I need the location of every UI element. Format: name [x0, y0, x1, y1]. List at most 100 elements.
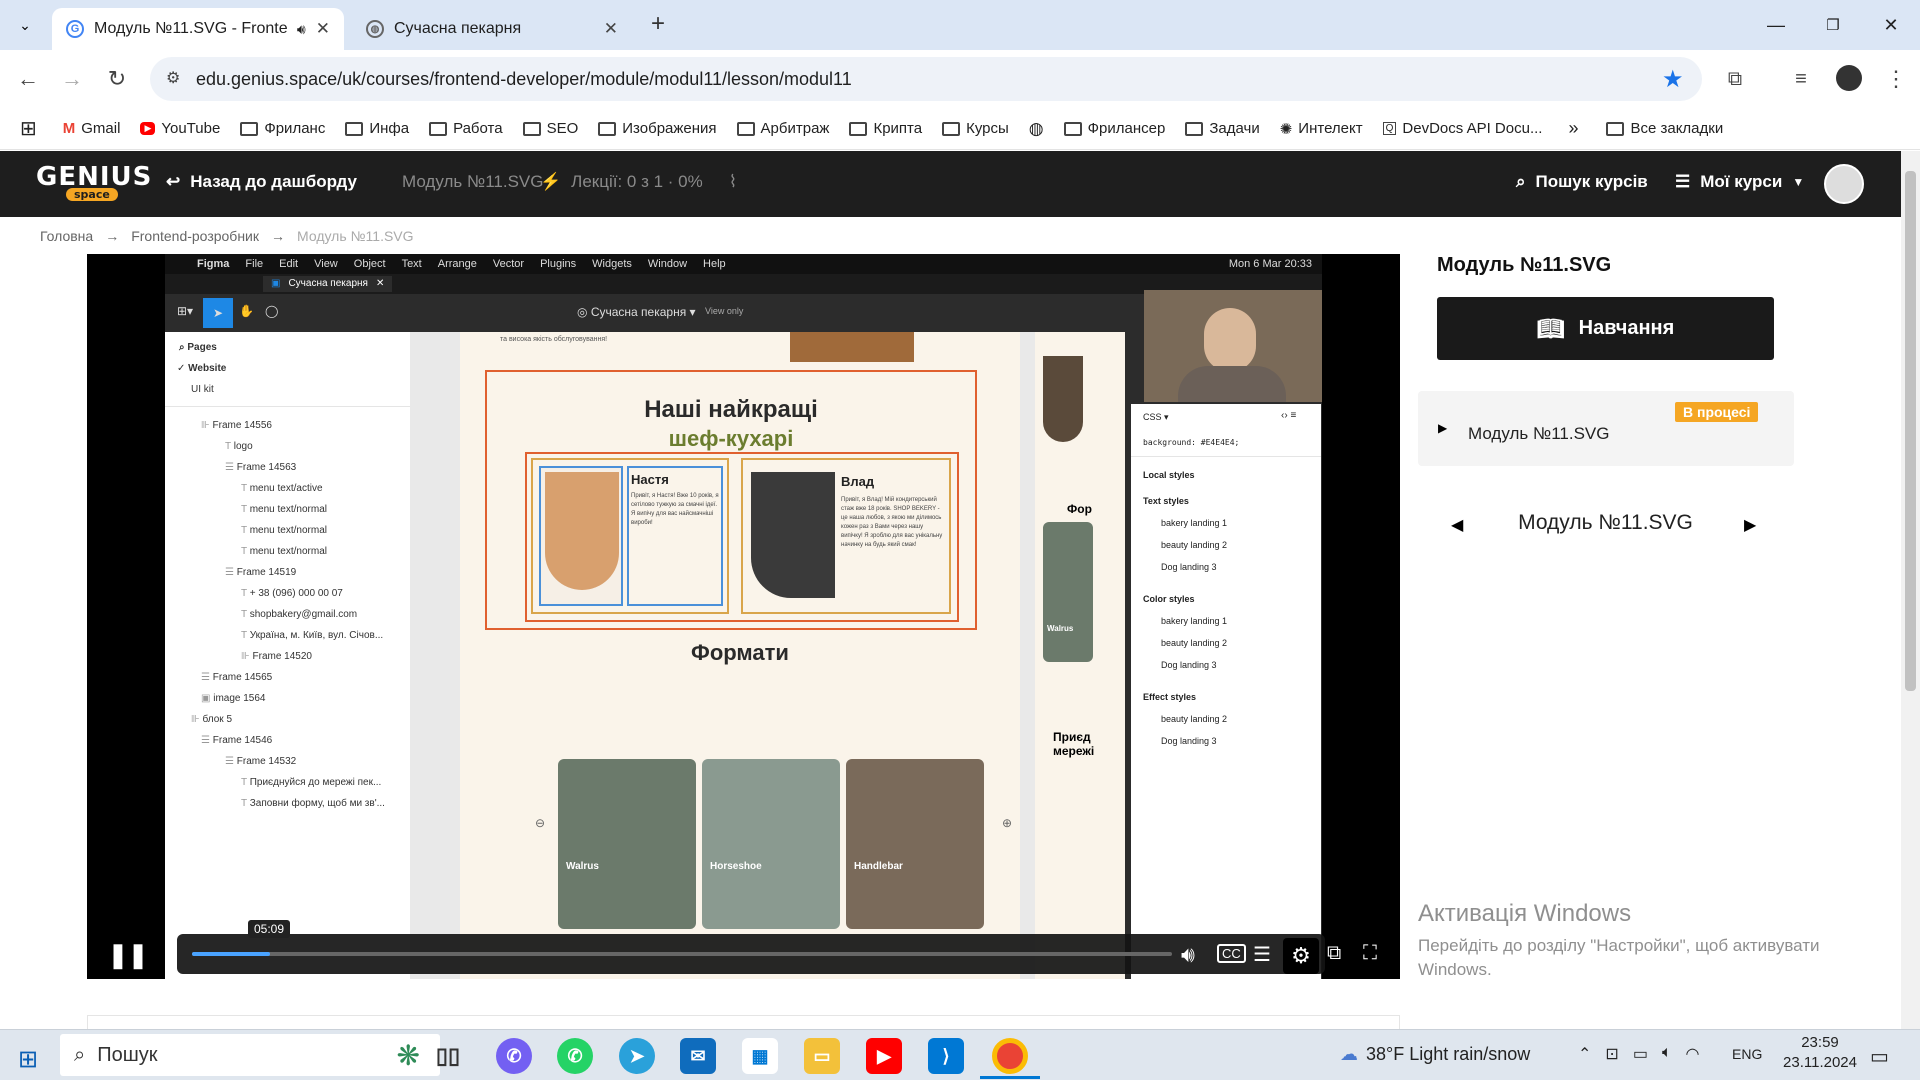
bookmark-intelect[interactable]: ✺ Интелект	[1280, 120, 1363, 138]
scrollbar-thumb[interactable]	[1905, 171, 1916, 691]
file-explorer-icon[interactable]: ▭	[804, 1038, 840, 1074]
progress-track[interactable]	[192, 952, 1172, 956]
transcript-icon[interactable]: ☰	[1253, 942, 1271, 967]
store-icon[interactable]: ▦	[742, 1038, 778, 1074]
next-frame-partial: Фор Walrus Приєд мережі	[1035, 332, 1125, 979]
address-bar[interactable]: ⚙ edu.genius.space/uk/courses/frontend-d…	[150, 57, 1702, 101]
minimize-icon[interactable]: —	[1752, 8, 1800, 42]
bookmark-youtube[interactable]: ▶ YouTube	[140, 120, 220, 137]
mail-icon[interactable]: ✉	[680, 1038, 716, 1074]
audio-icon[interactable]: 🔊︎	[297, 21, 306, 38]
chefs-section-frame: Наші найкращі шеф-кухарі Настя Привіт, я…	[485, 370, 977, 630]
profile-avatar[interactable]	[1836, 65, 1862, 91]
restore-icon[interactable]: ❐	[1809, 8, 1857, 42]
breadcrumb: Головна → Frontend-розробник → Модуль №1…	[40, 228, 414, 244]
bookmark-folder[interactable]: Фриланс	[240, 120, 325, 137]
list-icon: ☰	[1675, 172, 1691, 191]
close-window-icon[interactable]: ✕	[1867, 8, 1915, 42]
format-card: Handlebar	[846, 759, 984, 929]
browser-tab-strip: ⌄ G Модуль №11.SVG - Fronten 🔊︎ ✕ ◍ Суча…	[0, 0, 1920, 50]
layer-item: T logo	[225, 441, 253, 452]
folder-icon	[598, 121, 617, 136]
forward-icon[interactable]: →	[56, 63, 88, 95]
settings-icon[interactable]: ⚙	[1283, 938, 1319, 974]
chrome-icon[interactable]	[992, 1038, 1028, 1074]
pastry-photo	[790, 332, 914, 362]
learn-button[interactable]: 📖︎ Навчання	[1437, 297, 1774, 360]
back-to-dashboard-link[interactable]: ↩ Назад до дашборду	[166, 172, 357, 192]
close-tab-icon[interactable]: ✕	[316, 19, 330, 39]
bookmark-folder[interactable]: Курсы	[942, 120, 1009, 137]
fullscreen-icon[interactable]: ⛶	[1363, 942, 1377, 965]
bookmark-folder[interactable]: Фрилансер	[1063, 120, 1165, 137]
layer-type-icon: ☰	[201, 672, 213, 683]
progress-fill	[192, 952, 271, 956]
tab-genius[interactable]: G Модуль №11.SVG - Fronten 🔊︎ ✕	[52, 8, 344, 50]
new-tab-icon[interactable]: +	[651, 10, 665, 38]
clock[interactable]: 23:59 23.11.2024	[1772, 1034, 1868, 1071]
play-icon: ▶	[1438, 421, 1448, 435]
layer-item: T Україна, м. Київ, вул. Січов...	[241, 630, 384, 641]
bookmark-gmail[interactable]: M Gmail	[63, 120, 121, 137]
layer-type-icon: T	[241, 609, 250, 620]
more-bookmarks-icon[interactable]: »	[1568, 118, 1578, 139]
youtube-app-icon[interactable]: ▶	[866, 1038, 902, 1074]
my-courses-dropdown[interactable]: ☰ Мої курси ▼	[1675, 172, 1804, 192]
telegram-icon[interactable]: ➤	[619, 1038, 655, 1074]
vscode-icon[interactable]: ⟩	[928, 1038, 964, 1074]
next-lesson-icon[interactable]: ▶	[1744, 515, 1756, 535]
media-controls-icon[interactable]: ≡	[1785, 63, 1817, 95]
bookmark-folder[interactable]: Задачи	[1185, 120, 1260, 137]
breadcrumb-home[interactable]: Головна	[40, 228, 93, 244]
picture-in-picture-icon[interactable]: ⧉	[1327, 942, 1341, 965]
globe-bookmark-icon[interactable]: ◍	[1029, 119, 1044, 139]
close-tab-icon[interactable]: ✕	[604, 19, 618, 39]
bookmark-folder[interactable]: Арбитраж	[736, 120, 829, 137]
figma-file-tab: ▣ Сучасна пекарня ✕	[263, 276, 393, 292]
status-badge: В процесі	[1675, 402, 1759, 422]
figma-layers-panel: ⌕ Pages ✓ Website UI kit ⊪ Frame 14556 T …	[165, 332, 410, 979]
bookmark-folder[interactable]: SEO	[522, 120, 578, 137]
tab-bakery[interactable]: ◍ Сучасна пекарня ✕	[352, 8, 632, 50]
bookmark-folder[interactable]: Инфа	[345, 120, 409, 137]
extensions-icon[interactable]: ⧉	[1719, 63, 1751, 95]
page-scrollbar[interactable]	[1901, 151, 1920, 1029]
bookmark-devdocs[interactable]: Q DevDocs API Docu...	[1382, 120, 1542, 137]
bookmark-folder[interactable]: Изображения	[598, 120, 717, 137]
volume-icon[interactable]: 🔊︎	[1181, 942, 1195, 968]
task-view-icon[interactable]: ▯▯	[430, 1038, 466, 1074]
formats-prev-icon: ⊖	[535, 816, 546, 830]
bookmark-folder[interactable]: Крипта	[849, 120, 922, 137]
bookmark-star-icon[interactable]: ★	[1662, 65, 1684, 94]
menu-icon[interactable]: ⋮	[1880, 63, 1912, 95]
tab-search-icon[interactable]: ⌄	[12, 12, 38, 38]
folder-icon	[522, 121, 541, 136]
genius-logo[interactable]: GENIUS space	[36, 162, 152, 201]
weather-widget[interactable]: ☁ 38°F Light rain/snow	[1340, 1044, 1530, 1065]
browser-toolbar: ← → ↻ ⚙ edu.genius.space/uk/courses/fron…	[0, 50, 1920, 108]
breadcrumb-course[interactable]: Frontend-розробник	[131, 228, 259, 244]
bookmark-folder[interactable]: Работа	[429, 120, 503, 137]
user-avatar[interactable]	[1824, 164, 1864, 204]
header-module-title: Модуль №11.SVG	[402, 172, 544, 191]
all-bookmarks[interactable]: Все закладки	[1606, 120, 1723, 137]
taskbar-search[interactable]: ⌕ Пошук ❋	[60, 1034, 440, 1076]
windows-start-icon[interactable]: ⊞	[18, 1045, 38, 1074]
language-indicator[interactable]: ENG	[1732, 1046, 1762, 1062]
viber-icon[interactable]: ✆	[496, 1038, 532, 1074]
system-tray[interactable]: ⌃ ⊡ ▭ 🔈︎ ◠	[1578, 1044, 1700, 1064]
reload-icon[interactable]: ↻	[101, 63, 133, 95]
whatsapp-icon[interactable]: ✆	[557, 1038, 593, 1074]
site-settings-icon[interactable]: ⚙	[166, 68, 180, 88]
layer-item: ☰ Frame 14546	[201, 735, 273, 746]
figma-canvas: та висока якість обслуговування! Наші на…	[410, 332, 1125, 979]
video-player[interactable]: Figma File Edit View Object Text Arrange Vec…	[87, 254, 1400, 979]
pause-icon[interactable]: ❚❚	[108, 940, 148, 970]
network-icon: ⊡	[1605, 1046, 1619, 1063]
folder-icon	[429, 121, 448, 136]
captions-icon[interactable]: CC	[1217, 944, 1246, 963]
apps-icon[interactable]: ⊞	[20, 116, 37, 141]
back-icon[interactable]: ←	[12, 63, 44, 95]
search-courses-link[interactable]: ⌕ Пошук курсів	[1516, 172, 1648, 192]
notifications-icon[interactable]: ▭	[1870, 1044, 1889, 1069]
